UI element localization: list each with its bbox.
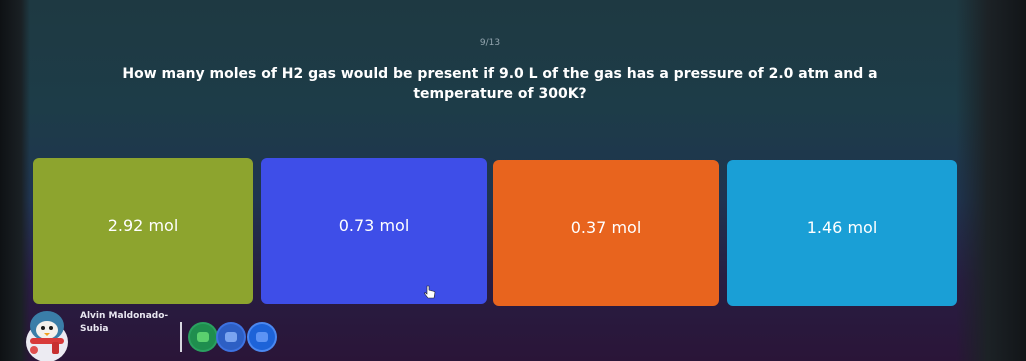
quiz-screen: 9/13 How many moles of H2 gas would be p… bbox=[0, 0, 1026, 361]
answer-option-label: 0.37 mol bbox=[570, 217, 642, 237]
question-counter: 9/13 bbox=[479, 38, 501, 48]
player-name: Alvin Maldonado-Subia bbox=[80, 311, 169, 334]
answer-option-2[interactable]: 0.73 mol bbox=[261, 158, 487, 304]
answer-option-label: 1.46 mol bbox=[806, 217, 878, 237]
powerup-royal-blue-icon[interactable] bbox=[249, 324, 275, 350]
answer-option-label: 0.73 mol bbox=[338, 215, 410, 235]
penguin-avatar-icon bbox=[26, 311, 68, 361]
answer-option-label: 2.92 mol bbox=[107, 215, 179, 235]
answer-option-4[interactable]: 1.46 mol bbox=[727, 160, 957, 306]
answer-option-1[interactable]: 2.92 mol bbox=[33, 158, 253, 304]
powerup-green-icon[interactable] bbox=[190, 324, 216, 350]
answer-option-3[interactable]: 0.37 mol bbox=[493, 160, 719, 306]
divider bbox=[180, 322, 182, 352]
player-bar: Alvin Maldonado-Subia bbox=[0, 300, 1026, 361]
mouse-pointer-icon bbox=[424, 285, 436, 299]
question-text: How many moles of H2 gas would be presen… bbox=[122, 66, 878, 102]
powerup-blue-icon[interactable] bbox=[218, 324, 244, 350]
